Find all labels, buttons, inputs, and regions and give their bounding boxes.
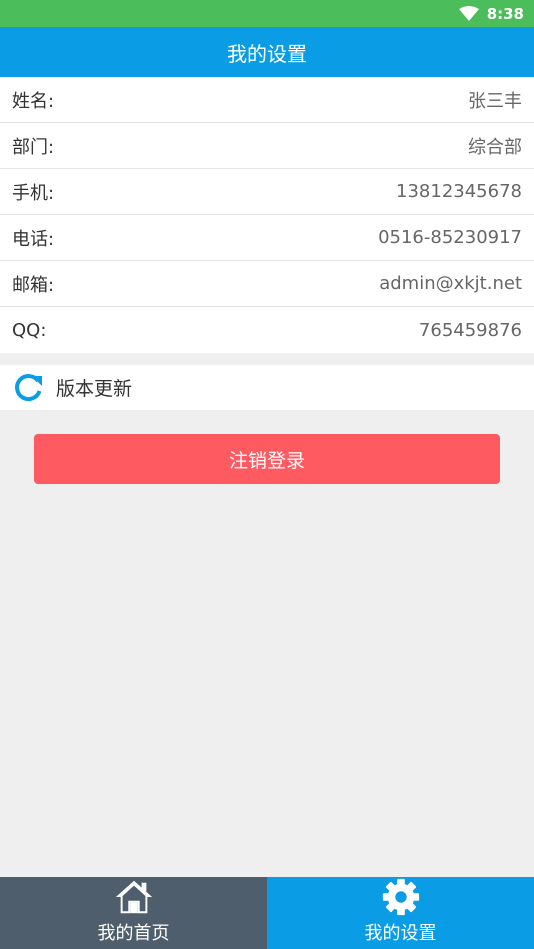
info-label: 部门:	[12, 136, 55, 158]
info-value: 765459876	[418, 319, 522, 341]
info-row-department: 部门: 综合部	[0, 123, 534, 169]
info-value: 综合部	[468, 136, 522, 158]
nav-item-settings[interactable]: 我的设置	[267, 877, 534, 949]
info-value: 13812345678	[396, 181, 522, 202]
info-label: 电话:	[12, 228, 55, 250]
nav-item-label: 我的设置	[364, 923, 437, 944]
info-row-name: 姓名: 张三丰	[0, 77, 534, 123]
status-bar: 8:38	[0, 0, 534, 27]
page-title: 我的设置	[227, 41, 307, 66]
info-row-email: 邮箱: admin@xkjt.net	[0, 261, 534, 307]
info-row-qq: QQ: 765459876	[0, 307, 534, 353]
bottom-nav: 我的首页 我的设置	[0, 877, 534, 949]
gear-icon	[382, 878, 419, 916]
info-label: 姓名:	[12, 90, 55, 112]
version-update-label: 版本更新	[56, 378, 133, 400]
info-row-mobile: 手机: 13812345678	[0, 169, 534, 215]
refresh-icon	[15, 373, 42, 401]
wifi-icon	[458, 5, 479, 21]
home-icon	[115, 880, 152, 914]
info-row-phone: 电话: 0516-85230917	[0, 215, 534, 261]
nav-item-label: 我的首页	[97, 923, 170, 944]
version-update-row[interactable]: 版本更新	[0, 365, 534, 410]
title-bar: 我的设置	[0, 27, 534, 77]
logout-button[interactable]: 注销登录	[34, 434, 500, 484]
status-time: 8:38	[486, 4, 524, 23]
info-value: 0516-85230917	[378, 227, 522, 248]
nav-item-home[interactable]: 我的首页	[0, 877, 267, 949]
info-value: 张三丰	[468, 90, 522, 112]
info-value: admin@xkjt.net	[379, 273, 522, 294]
info-label: 邮箱:	[12, 274, 55, 296]
info-label: 手机:	[12, 182, 55, 204]
profile-info-list: 姓名: 张三丰 部门: 综合部 手机: 13812345678 电话: 0516…	[0, 77, 534, 353]
info-label: QQ:	[12, 319, 47, 341]
